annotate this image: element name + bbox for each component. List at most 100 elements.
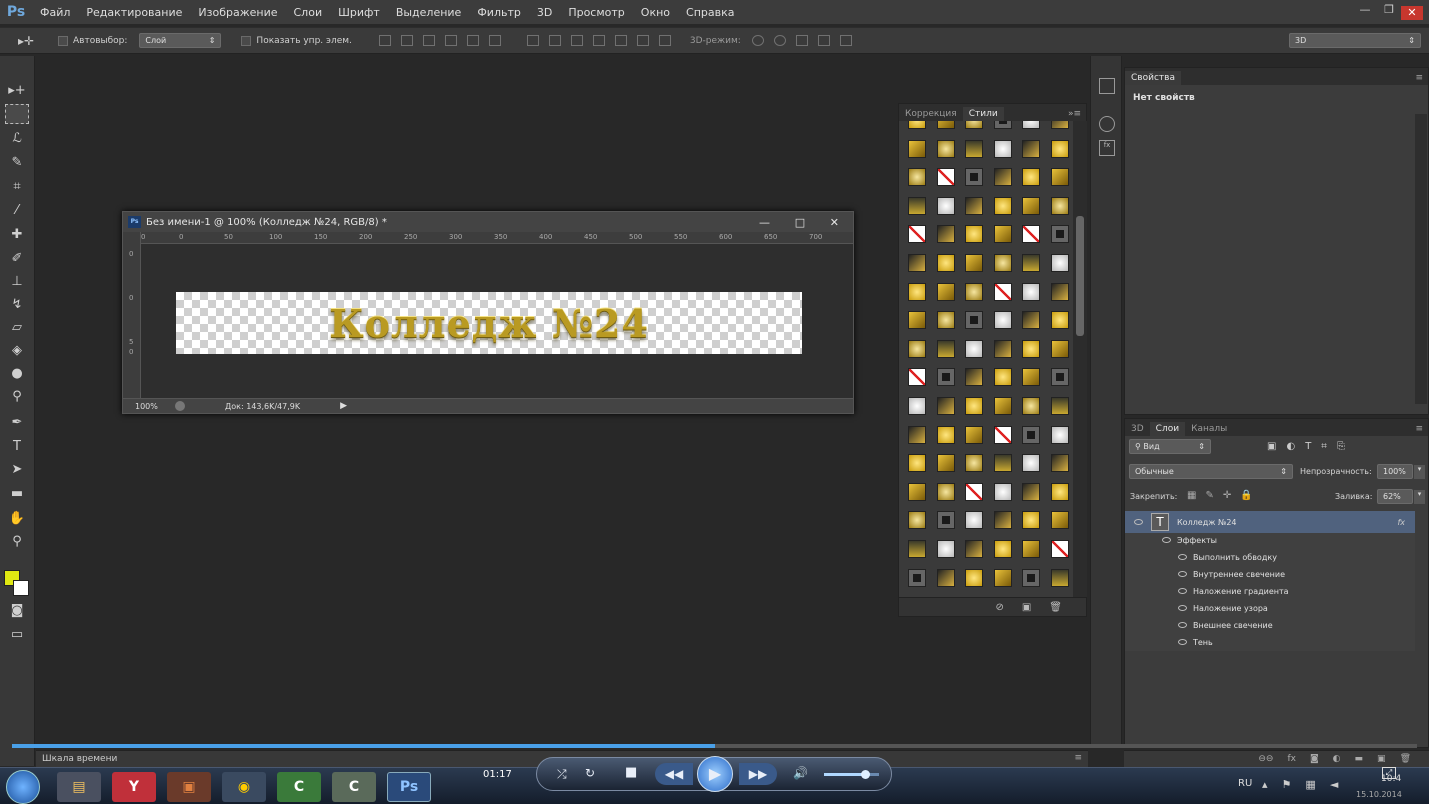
flag-icon[interactable]: ⚑ [1282, 778, 1292, 791]
slide-3d-icon[interactable] [817, 35, 830, 46]
layer-row[interactable]: T Колледж №24 fx [1125, 511, 1415, 533]
style-swatch[interactable] [908, 121, 926, 129]
screen-mode-icon[interactable]: ▭ [5, 624, 29, 644]
tab-styles[interactable]: Стили [962, 107, 1004, 121]
adjustments-panel-icon[interactable] [1099, 116, 1115, 132]
style-swatch[interactable] [1022, 139, 1041, 158]
style-swatch[interactable] [908, 139, 926, 158]
layer-name[interactable]: Колледж №24 [1177, 518, 1237, 527]
style-swatch[interactable] [965, 368, 984, 387]
style-swatch[interactable] [908, 339, 926, 358]
photoshop-taskbar-icon[interactable]: Ps [387, 772, 431, 802]
move-tool-icon[interactable]: ▸+ [5, 80, 29, 100]
show-transform-checkbox[interactable] [241, 35, 252, 46]
style-swatch[interactable] [1022, 368, 1041, 387]
style-swatch[interactable] [908, 168, 926, 187]
style-swatch[interactable] [908, 225, 926, 244]
history-panel-icon[interactable] [1099, 78, 1115, 94]
style-swatch[interactable] [1051, 121, 1069, 129]
add-mask-icon[interactable]: ◙ [1310, 754, 1319, 764]
effect-eye-icon[interactable] [1125, 587, 1193, 596]
start-button[interactable] [6, 770, 40, 804]
rectangle-tool-icon[interactable]: ▬ [5, 483, 29, 503]
style-swatch[interactable] [1022, 397, 1041, 415]
style-swatch[interactable] [1022, 225, 1041, 244]
close-button[interactable]: ✕ [1401, 6, 1423, 20]
effect-row[interactable]: Наложение узора [1125, 600, 1415, 617]
menu-help[interactable]: Справка [678, 6, 742, 19]
visibility-eye-icon[interactable] [1125, 518, 1151, 527]
type-tool-icon[interactable]: T [5, 436, 29, 456]
style-swatch[interactable] [993, 482, 1012, 501]
style-swatch[interactable] [908, 482, 926, 501]
repeat-icon[interactable]: ↻ [585, 766, 595, 780]
lasso-tool-icon[interactable]: ℒ [5, 128, 29, 148]
doc-maximize-icon[interactable]: □ [795, 216, 805, 229]
style-swatch[interactable] [965, 540, 984, 558]
tab-adjustments[interactable]: Коррекция [899, 107, 963, 121]
path-select-tool-icon[interactable]: ➤ [5, 459, 29, 479]
restore-button[interactable]: ❐ [1377, 0, 1401, 20]
effect-row[interactable]: Внешнее свечение [1125, 617, 1415, 634]
style-swatch[interactable] [936, 511, 955, 530]
document-titlebar[interactable]: Ps Без имени-1 @ 100% (Колледж №24, RGB/… [123, 212, 853, 232]
tab-properties[interactable]: Свойства [1125, 71, 1181, 85]
filter-shape-icon[interactable]: ⌗ [1321, 441, 1327, 452]
style-swatch[interactable] [1022, 454, 1041, 473]
style-swatch[interactable] [936, 282, 955, 301]
move-tool-icon[interactable]: ▸✛ [18, 34, 44, 48]
panel-menu-icon[interactable]: »≡ [1063, 107, 1086, 121]
autoselect-select[interactable]: Слой ⇕ [139, 33, 222, 48]
style-swatch[interactable] [936, 254, 955, 272]
style-swatch[interactable] [1051, 254, 1069, 272]
effect-row[interactable]: Внутреннее свечение [1125, 566, 1415, 583]
scrollbar-thumb[interactable] [1076, 216, 1084, 336]
style-swatch[interactable] [993, 511, 1012, 530]
style-swatch[interactable] [1051, 311, 1069, 330]
doc-close-icon[interactable]: ✕ [830, 216, 839, 229]
style-swatch[interactable] [965, 282, 984, 301]
share-icon[interactable] [175, 401, 185, 411]
style-swatch[interactable] [1051, 196, 1069, 215]
style-swatch[interactable] [1051, 425, 1069, 444]
brush-tool-icon[interactable]: ✐ [5, 248, 29, 268]
style-swatch[interactable] [965, 121, 984, 129]
filter-smart-icon[interactable]: ⎘ [1337, 441, 1345, 452]
distribute-right-icon[interactable] [636, 35, 649, 46]
align-right-icon[interactable] [488, 35, 501, 46]
menu-window[interactable]: Окно [633, 6, 678, 19]
align-top-icon[interactable] [378, 35, 391, 46]
style-swatch[interactable] [965, 196, 984, 215]
zoom-tool-icon[interactable]: ⚲ [5, 531, 29, 551]
style-swatch[interactable] [965, 482, 984, 501]
style-swatch[interactable] [1051, 482, 1069, 501]
quick-mask-icon[interactable]: ◙ [5, 600, 29, 620]
volume-thumb[interactable] [861, 770, 870, 779]
rotate-3d-icon[interactable] [751, 35, 764, 46]
style-swatch[interactable] [965, 311, 984, 330]
style-swatch[interactable] [993, 540, 1012, 558]
chrome-taskbar-icon[interactable]: ◉ [222, 772, 266, 802]
filter-adjustment-icon[interactable]: ◐ [1286, 441, 1295, 452]
document-canvas[interactable]: Колледж №24 [176, 292, 802, 354]
style-swatch[interactable] [908, 282, 926, 301]
style-swatch[interactable] [936, 225, 955, 244]
eraser-tool-icon[interactable]: ▱ [5, 317, 29, 337]
style-swatch[interactable] [993, 368, 1012, 387]
tab-channels[interactable]: Каналы [1185, 422, 1233, 436]
style-swatch[interactable] [1051, 139, 1069, 158]
effect-eye-icon[interactable] [1125, 638, 1193, 647]
status-arrow-icon[interactable]: ▶ [340, 401, 347, 411]
shuffle-icon[interactable]: ⤮ [557, 767, 567, 782]
blend-mode-select[interactable]: Обычные ⇕ [1129, 464, 1293, 479]
blur-tool-icon[interactable]: ● [5, 363, 29, 383]
style-swatch[interactable] [1051, 339, 1069, 358]
workspace-select[interactable]: 3D ⇕ [1289, 33, 1421, 48]
roll-3d-icon[interactable] [773, 35, 786, 46]
style-swatch[interactable] [993, 121, 1012, 129]
delete-style-icon[interactable]: 🗑 [1049, 602, 1062, 613]
style-swatch[interactable] [1051, 454, 1069, 473]
style-swatch[interactable] [908, 425, 926, 444]
minimize-button[interactable]: — [1353, 0, 1377, 20]
style-swatch[interactable] [1051, 368, 1069, 387]
